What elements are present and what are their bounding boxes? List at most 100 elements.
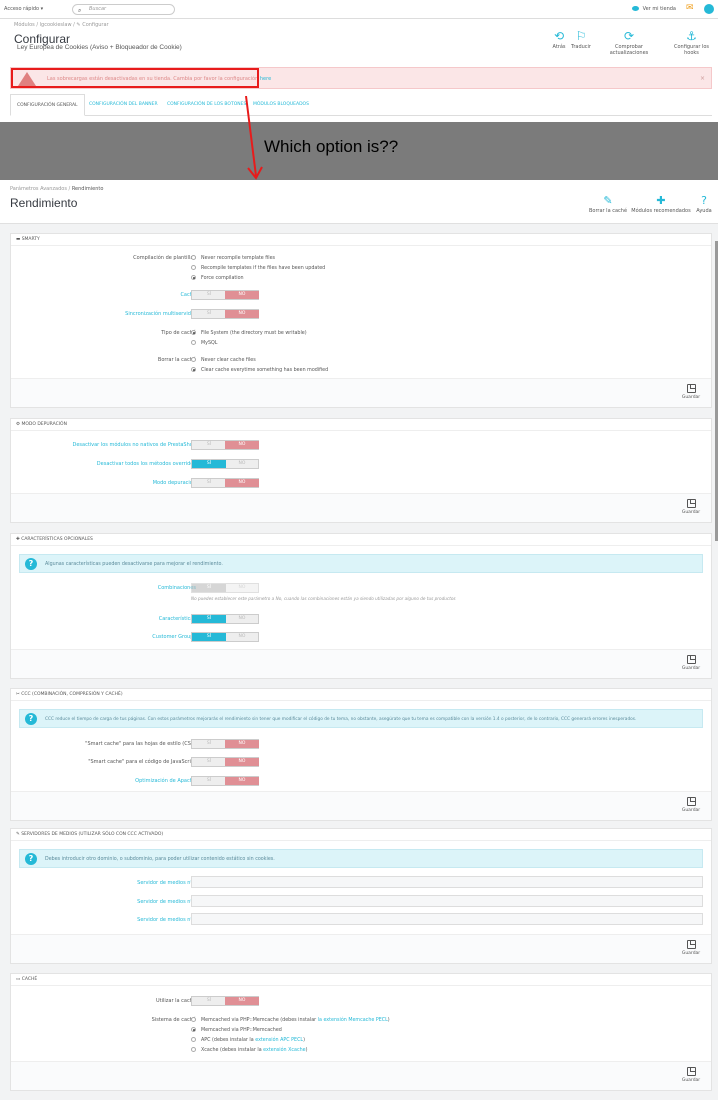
search-icon: ⌕ bbox=[78, 7, 82, 14]
toggle-yes[interactable]: SÍ bbox=[192, 615, 226, 623]
panel-header: ✚ CARACTERÍSTICAS OPCIONALES bbox=[11, 534, 711, 546]
breadcrumb-parent[interactable]: Parámetros Avanzados bbox=[10, 186, 67, 192]
toggle-no[interactable]: NO bbox=[225, 479, 259, 487]
toggle-no[interactable]: NO bbox=[225, 291, 259, 299]
toggle-no[interactable]: NO bbox=[225, 633, 259, 641]
annotation-highlight-box bbox=[11, 68, 259, 88]
save-button[interactable]: Guardar bbox=[680, 499, 702, 519]
toolbar-hooks-button[interactable]: ⚓ Configurar los hooks bbox=[666, 28, 717, 56]
radio-filesystem[interactable]: File System (the directory must be writa… bbox=[191, 330, 307, 336]
save-icon bbox=[686, 655, 696, 664]
toolbar-label: Configurar los hooks bbox=[673, 44, 710, 56]
toggle-yes[interactable]: SÍ bbox=[192, 777, 226, 785]
apache-optimization-toggle[interactable]: SÍ NO bbox=[191, 776, 259, 786]
debug-panel: ⚙ MODO DEPURACIÓN Desactivar los módulos… bbox=[10, 418, 712, 523]
radio-mysql[interactable]: MySQL bbox=[191, 340, 217, 346]
radio-dot-selected bbox=[191, 275, 196, 280]
toggle-no[interactable]: NO bbox=[225, 310, 259, 318]
radio-never-clear[interactable]: Never clear cache files bbox=[191, 357, 256, 363]
save-button[interactable]: Guardar bbox=[680, 384, 702, 404]
toggle-no[interactable]: NO bbox=[225, 460, 259, 468]
radio-label: Never recompile template files bbox=[201, 256, 276, 261]
radio-memcached[interactable]: Memcached via PHP::Memcached bbox=[191, 1027, 282, 1033]
toggle-no[interactable]: NO bbox=[225, 441, 259, 449]
info-alert: ? CCC reduce el tiempo de carga de tus pá… bbox=[19, 709, 703, 728]
toggle-no[interactable]: NO bbox=[225, 584, 259, 592]
features-toggle[interactable]: SÍ NO bbox=[191, 614, 259, 624]
quick-access-menu[interactable]: Acceso rápido ▾ bbox=[4, 6, 43, 12]
tab-buttons[interactable]: CONFIGURACIÓN DE LOS BOTONES bbox=[161, 94, 252, 116]
clear-cache-button[interactable]: ✎ Borrar la caché bbox=[588, 193, 628, 214]
toggle-no[interactable]: NO bbox=[225, 615, 259, 623]
save-button[interactable]: Guardar bbox=[680, 797, 702, 817]
disable-nonnative-toggle[interactable]: SÍ NO bbox=[191, 440, 259, 450]
toggle-yes[interactable]: SÍ bbox=[192, 584, 226, 592]
toggle-no[interactable]: NO bbox=[225, 758, 259, 766]
toggle-yes[interactable]: SÍ bbox=[192, 291, 226, 299]
toggle-yes[interactable]: SÍ bbox=[192, 460, 226, 468]
help-button[interactable]: ? Ayuda bbox=[694, 193, 714, 214]
alert-here-link[interactable]: here bbox=[260, 76, 271, 82]
toggle-yes[interactable]: SÍ bbox=[192, 479, 226, 487]
radio-xcache[interactable]: Xcache (debes instalar la extensión Xcac… bbox=[191, 1047, 307, 1053]
media-server-1-input[interactable] bbox=[191, 876, 703, 888]
save-button[interactable]: Guardar bbox=[680, 1067, 702, 1087]
media-server-2-input[interactable] bbox=[191, 895, 703, 907]
customer-groups-toggle[interactable]: SÍ NO bbox=[191, 632, 259, 642]
media-server-3-input[interactable] bbox=[191, 913, 703, 925]
tab-general[interactable]: CONFIGURACIÓN GENERAL bbox=[10, 94, 85, 116]
toggle-yes[interactable]: SÍ bbox=[192, 997, 226, 1005]
notification-icon[interactable]: ✉ bbox=[686, 3, 695, 13]
toggle-no[interactable]: NO bbox=[225, 997, 259, 1005]
search-input[interactable]: ⌕ Buscar bbox=[72, 4, 175, 15]
close-icon[interactable]: × bbox=[700, 75, 705, 82]
panel-title: CACHÉ bbox=[21, 977, 38, 982]
radio-label-tail: ) bbox=[387, 1018, 390, 1023]
use-cache-toggle[interactable]: SÍ NO bbox=[191, 996, 259, 1006]
toggle-yes[interactable]: SÍ bbox=[192, 441, 226, 449]
multiserver-toggle[interactable]: SÍ NO bbox=[191, 309, 259, 319]
toolbar-label: Módulos recomendados bbox=[631, 208, 691, 214]
toggle-no[interactable]: NO bbox=[225, 740, 259, 748]
toggle-yes[interactable]: SÍ bbox=[192, 740, 226, 748]
user-avatar-icon[interactable] bbox=[704, 4, 714, 14]
tab-banner[interactable]: CONFIGURACIÓN DEL BANNER bbox=[83, 94, 164, 116]
radio-dot bbox=[191, 1037, 196, 1042]
radio-label: Memcached via PHP::Memcached bbox=[201, 1028, 282, 1033]
cache-panel: ▭ CACHÉ Utilizar la caché SÍ NO Sistema d… bbox=[10, 973, 712, 1091]
toolbar-back-button[interactable]: ⟲ Atrás bbox=[551, 28, 567, 50]
radio-clear-on-modify[interactable]: Clear cache everytime something has been… bbox=[191, 367, 328, 373]
radio-memcache[interactable]: Memcached via PHP::Memcache (debes insta… bbox=[191, 1017, 390, 1023]
recommended-modules-button[interactable]: ✚ Módulos recomendados bbox=[631, 193, 691, 214]
smart-cache-js-toggle[interactable]: SÍ NO bbox=[191, 757, 259, 767]
breadcrumb: Parámetros Avanzados / Rendimiento bbox=[10, 186, 104, 192]
radio-never-recompile[interactable]: Never recompile template files bbox=[191, 255, 275, 261]
memcache-extension-link[interactable]: la extensión Memcache PECL bbox=[318, 1018, 388, 1023]
toolbar-translate-button[interactable]: ⚐ Traducir bbox=[570, 28, 592, 50]
toggle-no[interactable]: NO bbox=[225, 777, 259, 785]
cache-toggle[interactable]: SÍ NO bbox=[191, 290, 259, 300]
toggle-yes[interactable]: SÍ bbox=[192, 633, 226, 641]
save-button[interactable]: Guardar bbox=[680, 940, 702, 960]
page-title: Rendimiento bbox=[10, 196, 78, 210]
disable-overrides-toggle[interactable]: SÍ NO bbox=[191, 459, 259, 469]
save-button[interactable]: Guardar bbox=[680, 655, 702, 675]
radio-force-compilation[interactable]: Force compilation bbox=[191, 275, 244, 281]
smart-cache-css-toggle[interactable]: SÍ NO bbox=[191, 739, 259, 749]
radio-recompile-updated[interactable]: Recompile templates if the files have be… bbox=[191, 265, 325, 271]
eraser-icon: ✎ bbox=[603, 194, 613, 207]
apc-extension-link[interactable]: extensión APC PECL bbox=[255, 1038, 303, 1043]
combinations-toggle[interactable]: SÍ NO bbox=[191, 583, 259, 593]
tab-blocked-modules[interactable]: MÓDULOS BLOQUEADOS bbox=[247, 94, 315, 116]
radio-label-tail: ) bbox=[303, 1038, 305, 1043]
debug-mode-toggle[interactable]: SÍ NO bbox=[191, 478, 259, 488]
radio-label: Xcache (debes instalar la bbox=[201, 1048, 264, 1053]
view-store-link[interactable]: Ver mi tienda bbox=[631, 6, 676, 12]
toggle-yes[interactable]: SÍ bbox=[192, 758, 226, 766]
toggle-yes[interactable]: SÍ bbox=[192, 310, 226, 318]
question-icon: ? bbox=[25, 713, 37, 725]
multiserver-label: Sincronización multiservidor bbox=[125, 311, 196, 317]
toolbar-check-updates-button[interactable]: ⟳ Comprobar actualizaciones bbox=[596, 28, 662, 56]
radio-apc[interactable]: APC (debes instalar la extensión APC PEC… bbox=[191, 1037, 305, 1043]
xcache-extension-link[interactable]: extensión Xcache bbox=[263, 1048, 305, 1053]
